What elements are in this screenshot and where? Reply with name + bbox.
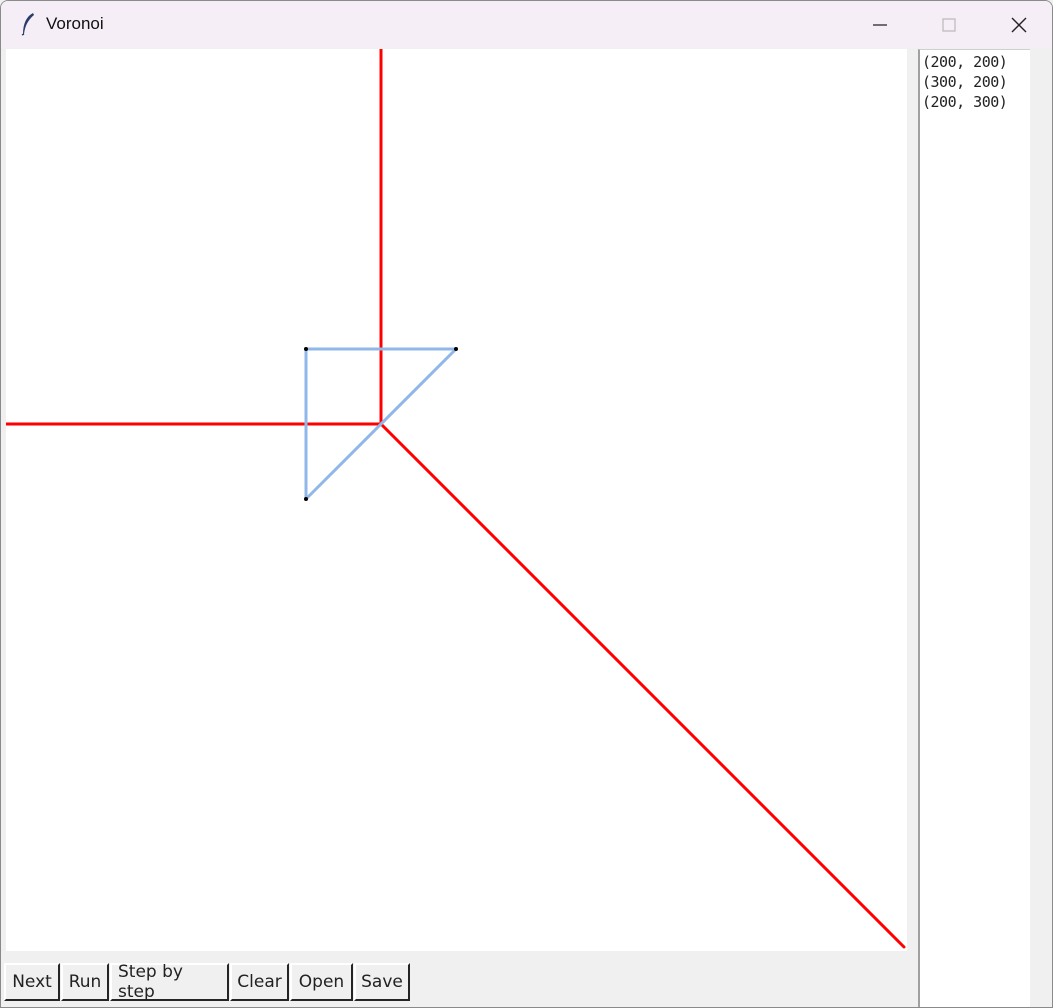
close-button[interactable] — [984, 1, 1052, 48]
points-listbox[interactable]: (200, 200) (300, 200) (200, 300) — [918, 49, 1030, 1007]
minimize-button[interactable] — [845, 1, 915, 48]
side-strip — [1030, 49, 1052, 1007]
voronoi-window: Voronoi Next Run Step by step Clear Open… — [0, 0, 1053, 1008]
close-icon — [1011, 17, 1027, 32]
button-bar: Next Run Step by step Clear Open Save — [4, 962, 411, 1002]
next-button[interactable]: Next — [4, 963, 60, 1001]
voronoi-edge-diagonal — [379, 422, 906, 949]
open-button[interactable]: Open — [290, 963, 353, 1001]
maximize-icon — [942, 17, 956, 32]
voronoi-diagram[interactable] — [6, 49, 907, 951]
window-title: Voronoi — [46, 14, 104, 33]
site-point[interactable] — [304, 347, 308, 351]
run-button[interactable]: Run — [61, 963, 109, 1001]
save-button[interactable]: Save — [354, 963, 410, 1001]
point-list-item[interactable]: (300, 200) — [920, 72, 1030, 92]
minimize-icon — [873, 23, 887, 26]
feather-icon — [21, 13, 34, 36]
site-point[interactable] — [304, 497, 308, 501]
maximize-button[interactable] — [914, 1, 984, 48]
step-by-step-button[interactable]: Step by step — [110, 962, 229, 1002]
title-bar[interactable]: Voronoi — [1, 1, 1052, 48]
site-point[interactable] — [454, 347, 458, 351]
point-list-item[interactable]: (200, 200) — [920, 52, 1030, 72]
voronoi-edges — [6, 49, 906, 949]
point-list-item[interactable]: (200, 300) — [920, 92, 1030, 112]
drawing-canvas[interactable] — [6, 49, 907, 951]
clear-button[interactable]: Clear — [230, 963, 289, 1001]
